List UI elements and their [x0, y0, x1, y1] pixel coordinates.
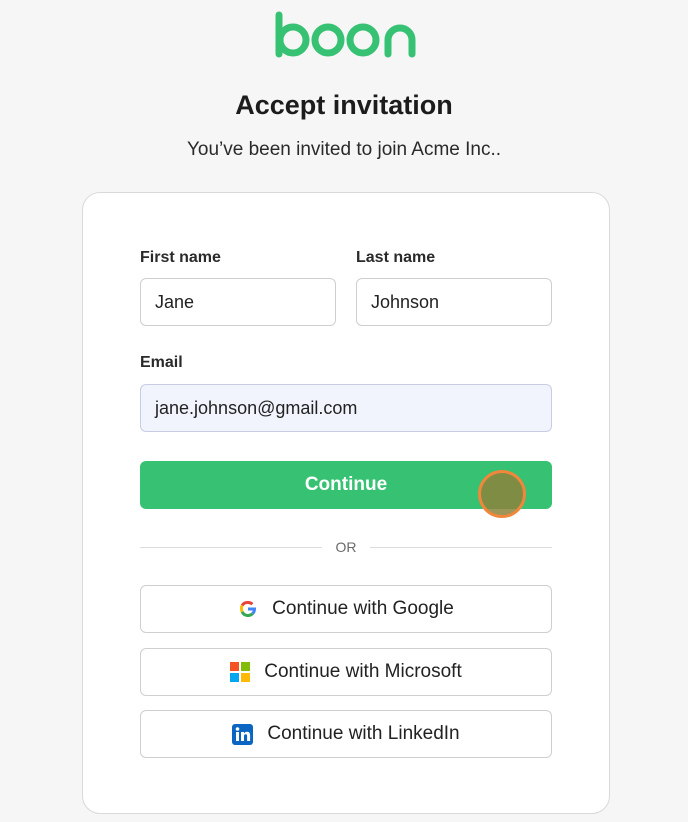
continue-button-label: Continue — [304, 474, 388, 495]
last-name-label: Last name — [356, 249, 436, 266]
continue-with-google-button[interactable]: Continue with Google — [140, 585, 552, 633]
microsoft-button-label: Continue with Microsoft — [264, 661, 462, 682]
linkedin-button-label: Continue with LinkedIn — [267, 723, 460, 744]
page-title: Accept invitation — [235, 90, 453, 120]
linkedin-icon — [232, 723, 254, 745]
continue-with-linkedin-button[interactable]: Continue with LinkedIn — [140, 710, 552, 758]
first-name-label: First name — [140, 249, 221, 266]
divider-right — [370, 547, 552, 548]
email-field[interactable]: jane.johnson@gmail.com — [140, 384, 552, 432]
invitation-card: First name Jane Last name Johnson Email … — [82, 192, 610, 814]
google-button-label: Continue with Google — [272, 598, 454, 619]
last-name-field[interactable]: Johnson — [356, 278, 552, 326]
first-name-value: Jane — [155, 291, 195, 312]
divider-left — [140, 547, 322, 548]
boon-logo — [0, 10, 688, 58]
microsoft-icon — [230, 662, 251, 682]
page-subtitle: You’ve been invited to join Acme Inc.. — [186, 139, 502, 160]
click-indicator — [478, 470, 526, 518]
boon-logo-mark — [275, 11, 416, 58]
first-name-field[interactable]: Jane — [140, 278, 336, 326]
last-name-value: Johnson — [371, 291, 440, 312]
continue-with-microsoft-button[interactable]: Continue with Microsoft — [140, 648, 552, 696]
divider-or-text: OR — [335, 539, 357, 555]
email-label: Email — [140, 354, 183, 371]
google-icon — [238, 599, 258, 619]
email-value: jane.johnson@gmail.com — [155, 397, 358, 418]
